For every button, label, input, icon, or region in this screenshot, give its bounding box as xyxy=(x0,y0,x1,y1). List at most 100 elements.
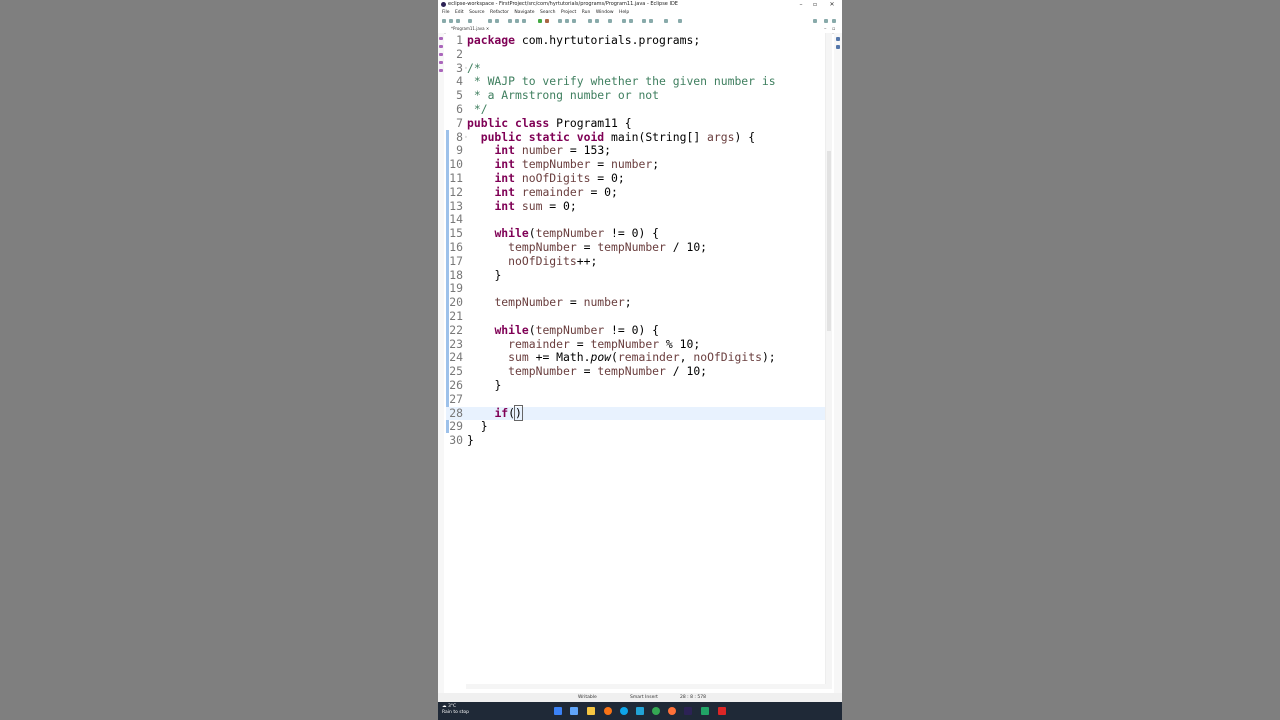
file-explorer-icon[interactable] xyxy=(587,707,595,715)
recorder-icon[interactable] xyxy=(718,707,726,715)
minimize-view-icon[interactable]: – xyxy=(824,26,827,32)
code-line: 23 remainder = tempNumber % 10; xyxy=(446,336,826,352)
package-explorer-icon[interactable] xyxy=(439,37,443,40)
line-number: 3 xyxy=(456,60,463,75)
code-line: 24 sum += Math.pow(remainder, noOfDigits… xyxy=(446,350,826,365)
code-line: 10 int tempNumber = number; xyxy=(446,157,826,172)
code-text: += Math. xyxy=(528,350,591,365)
menu-edit[interactable]: Edit xyxy=(455,9,464,17)
menu-window[interactable]: Window xyxy=(596,9,614,17)
line-number: 18 xyxy=(449,267,463,282)
problems-icon[interactable] xyxy=(439,61,443,64)
new-package-icon[interactable] xyxy=(565,19,569,23)
menu-help[interactable]: Help xyxy=(619,9,629,17)
code-text: com.hyrtutorials.programs; xyxy=(515,33,701,47)
new-class-icon[interactable] xyxy=(572,19,576,23)
back-icon[interactable] xyxy=(642,19,646,23)
run-icon[interactable] xyxy=(538,19,542,23)
code-text: != 0) { xyxy=(604,322,660,337)
save-icon[interactable] xyxy=(449,19,453,23)
code-line: 13 int sum = 0; xyxy=(446,198,826,214)
status-insert-mode[interactable]: Smart Insert xyxy=(630,693,658,702)
line-number: 24 xyxy=(449,350,463,365)
eclipse-taskbar-icon[interactable] xyxy=(684,707,692,715)
browser-icon[interactable] xyxy=(668,707,676,715)
status-bar: Writable Smart Insert 28 : 8 : 578 xyxy=(438,693,842,702)
new-java-project-icon[interactable] xyxy=(558,19,562,23)
variable: sum xyxy=(521,198,543,213)
code-text: = 0; xyxy=(583,184,618,199)
maximize-icon[interactable]: ▫ xyxy=(808,0,822,9)
menu-project[interactable]: Project xyxy=(561,9,576,17)
firefox-icon[interactable] xyxy=(604,707,612,715)
menu-file[interactable]: File xyxy=(442,9,450,17)
line-number: 25 xyxy=(449,364,463,379)
code-text: ( xyxy=(508,405,516,420)
code-text: } xyxy=(467,433,474,448)
debug-icon[interactable] xyxy=(545,19,549,23)
chrome-icon[interactable] xyxy=(652,707,660,715)
task-list-icon[interactable] xyxy=(836,37,840,41)
line-number: 4 xyxy=(456,74,463,89)
tab-close-icon[interactable]: ✕ xyxy=(486,26,489,31)
minimize-icon[interactable]: – xyxy=(794,0,808,9)
save-all-icon[interactable] xyxy=(456,19,460,23)
paste-icon[interactable] xyxy=(522,19,526,23)
code-editor[interactable]: 1 package com.hyrtutorials.programs; 2 3 ◦… xyxy=(446,33,832,689)
weather-widget[interactable]: ☁ 3°C Rain to stop xyxy=(442,704,469,716)
line-number: 7 xyxy=(456,115,463,130)
edge-icon[interactable] xyxy=(620,707,628,715)
pin-editor-icon[interactable] xyxy=(664,19,668,23)
new-icon[interactable] xyxy=(442,19,446,23)
forward-icon[interactable] xyxy=(649,19,653,23)
keyword: public static void xyxy=(480,129,605,144)
menu-search[interactable]: Search xyxy=(540,9,555,17)
spreadsheet-icon[interactable] xyxy=(701,707,709,715)
redo-icon[interactable] xyxy=(495,19,499,23)
store-icon[interactable] xyxy=(636,707,644,715)
outline-view-icon[interactable] xyxy=(836,45,840,49)
console-icon[interactable] xyxy=(439,69,443,72)
undo-icon[interactable] xyxy=(488,19,492,23)
print-icon[interactable] xyxy=(468,19,472,23)
editor-tab[interactable]: *Program11.java ✕ xyxy=(448,26,492,32)
dropdown-icon[interactable] xyxy=(678,19,682,23)
copy-icon[interactable] xyxy=(515,19,519,23)
maximize-view-icon[interactable]: ▫ xyxy=(832,26,835,32)
next-annotation-icon[interactable] xyxy=(622,19,626,23)
open-type-icon[interactable] xyxy=(588,19,592,23)
menu-navigate[interactable]: Navigate xyxy=(514,9,534,17)
perspective-icon[interactable] xyxy=(824,19,828,23)
menu-run[interactable]: Run xyxy=(582,9,591,17)
code-text: = xyxy=(576,364,598,379)
weather-text: Rain to stop xyxy=(442,710,469,715)
cut-icon[interactable] xyxy=(508,19,512,23)
hierarchy-icon[interactable] xyxy=(439,53,443,56)
variable: noOfDigits xyxy=(693,350,762,365)
code-text: = xyxy=(569,336,591,351)
menu-refactor[interactable]: Refactor xyxy=(490,9,509,17)
toggle-mark-icon[interactable] xyxy=(608,19,612,23)
vertical-scrollbar[interactable] xyxy=(825,33,832,689)
variable: sum xyxy=(508,350,529,365)
variable: remainder xyxy=(617,350,680,365)
keyword: int xyxy=(494,184,516,199)
start-icon[interactable] xyxy=(554,707,562,715)
windows-taskbar: ☁ 3°C Rain to stop xyxy=(438,702,842,720)
scrollbar-thumb[interactable] xyxy=(827,151,831,331)
close-icon[interactable]: ✕ xyxy=(825,0,839,9)
variable: args xyxy=(707,129,735,144)
previous-annotation-icon[interactable] xyxy=(629,19,633,23)
horizontal-scrollbar[interactable] xyxy=(466,684,826,689)
weather-temp: 3°C xyxy=(447,704,457,709)
task-view-icon[interactable] xyxy=(570,707,578,715)
search-icon[interactable] xyxy=(595,19,599,23)
code-text: main(String[] xyxy=(604,129,708,144)
java-perspective-icon[interactable] xyxy=(832,19,836,23)
outline-icon[interactable] xyxy=(439,45,443,48)
comment: * WAJP to verify whether the given numbe… xyxy=(467,74,776,89)
menu-source[interactable]: Source xyxy=(469,9,484,17)
search-toolbar-icon[interactable] xyxy=(813,19,817,23)
line-number: 30 xyxy=(449,433,463,448)
code-line: 19 xyxy=(446,282,826,296)
